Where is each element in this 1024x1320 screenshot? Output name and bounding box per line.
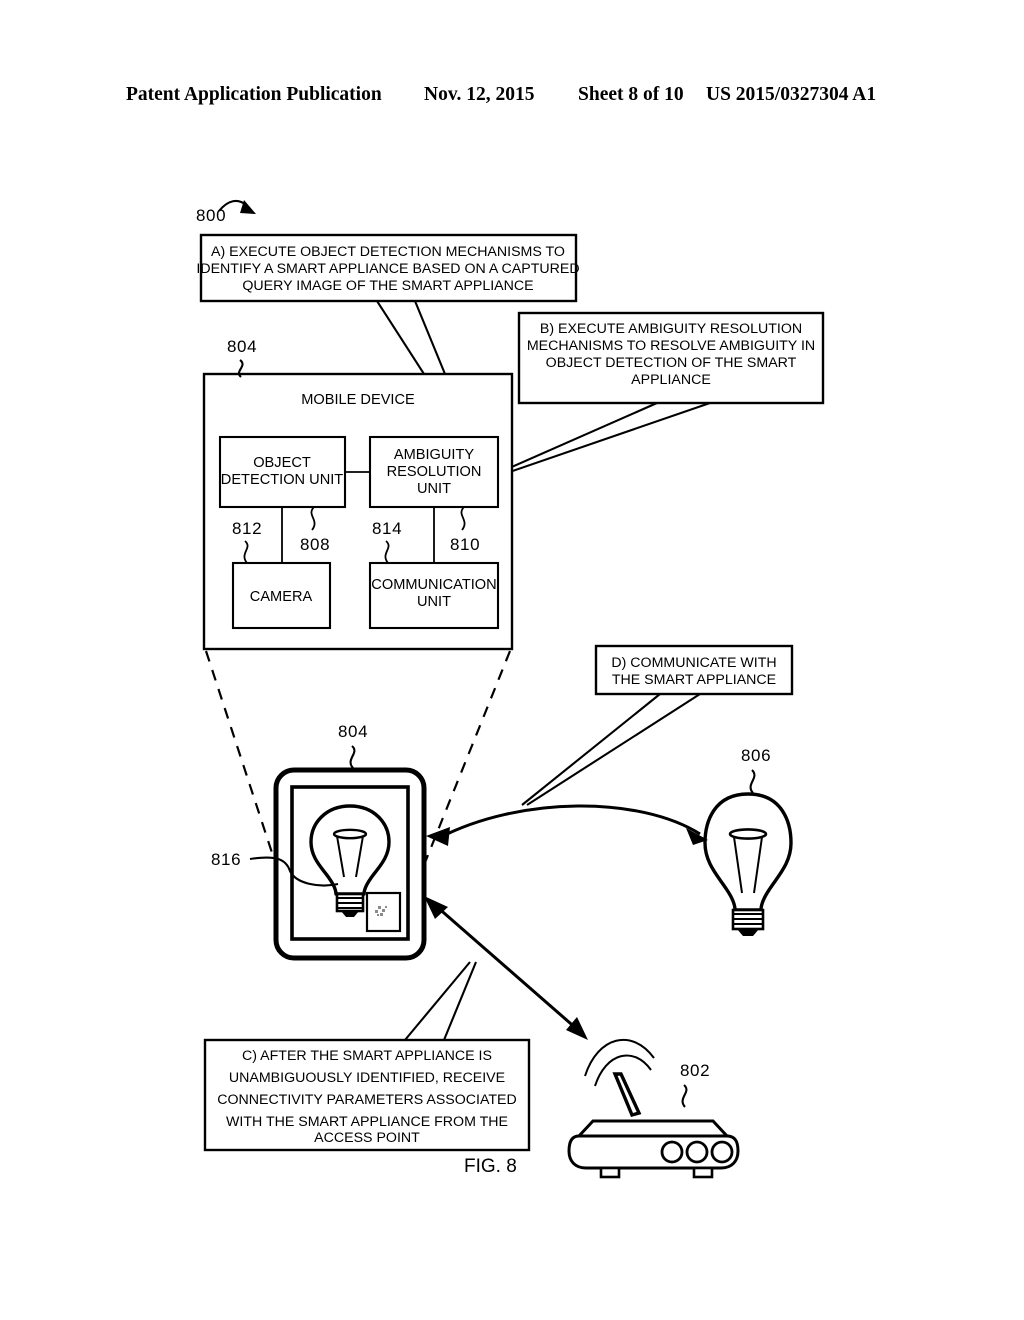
ref-806: 806 [741, 746, 771, 794]
ref-802-label: 802 [680, 1061, 710, 1080]
object-detection-unit-line2: DETECTION UNIT [221, 472, 344, 488]
ambiguity-resolution-unit-line1: AMBIGUITY [394, 447, 475, 463]
communication-unit-line1: COMMUNICATION [371, 577, 496, 593]
ref-816-label: 816 [211, 850, 241, 869]
callout-a-line3: QUERY IMAGE OF THE SMART APPLIANCE [242, 278, 533, 294]
ref-812-label: 812 [232, 519, 262, 538]
callout-c-line5: ACCESS POINT [314, 1130, 420, 1146]
callout-d-line1: D) COMMUNICATE WITH [611, 655, 776, 671]
callout-c: C) AFTER THE SMART APPLIANCE IS UNAMBIGU… [203, 1038, 531, 1152]
callout-b: B) EXECUTE AMBIGUITY RESOLUTION MECHANIS… [517, 311, 825, 405]
object-detection-unit-line1: OBJECT [253, 455, 311, 471]
callout-b-line2: MECHANISMS TO RESOLVE AMBIGUITY IN [527, 338, 815, 354]
mobile-device-title: MOBILE DEVICE [301, 392, 415, 408]
ambiguity-resolution-unit-line3: UNIT [417, 481, 451, 497]
ref-808-label: 808 [300, 535, 330, 554]
callout-a: A) EXECUTE OBJECT DETECTION MECHANISMS T… [196, 233, 580, 303]
smart-bulb-illustration [703, 792, 793, 936]
communication-unit-block: COMMUNICATION UNIT [368, 561, 500, 630]
ref-814-label: 814 [372, 519, 402, 538]
callout-b-line3: OBJECT DETECTION OF THE SMART [546, 355, 797, 371]
ambiguity-resolution-unit-block: AMBIGUITY RESOLUTION UNIT [368, 435, 500, 509]
communication-unit-line2: UNIT [417, 594, 451, 610]
tablet-router-arrow [424, 896, 588, 1040]
callout-d-leader [521, 693, 701, 806]
callout-c-line4: WITH THE SMART APPLIANCE FROM THE [226, 1114, 508, 1130]
ref-810-label: 810 [450, 535, 480, 554]
patent-figure-8: 800 A) EXECUTE OBJECT DETECTION MECHANIS… [0, 0, 1024, 1320]
callout-d-line2: THE SMART APPLIANCE [612, 672, 776, 688]
ref-804-tablet: 804 [338, 722, 368, 769]
callout-c-line1: C) AFTER THE SMART APPLIANCE IS [242, 1048, 492, 1064]
ref-804-tablet-label: 804 [338, 722, 368, 741]
ref-806-label: 806 [741, 746, 771, 765]
callout-b-leader [497, 402, 711, 477]
ref-804-top-label: 804 [227, 337, 257, 356]
camera-block: CAMERA [231, 561, 332, 630]
figure-reference-800: 800 [196, 199, 256, 225]
ambiguity-resolution-unit-line2: RESOLUTION [387, 464, 482, 480]
object-detection-unit-block: OBJECT DETECTION UNIT [218, 435, 347, 509]
callout-c-leader [404, 961, 477, 1041]
figure-caption: FIG. 8 [464, 1156, 517, 1177]
callout-c-line3: CONNECTIVITY PARAMETERS ASSOCIATED [217, 1092, 517, 1108]
access-point-illustration: 802 [567, 1039, 740, 1179]
callout-b-line4: APPLIANCE [631, 372, 711, 388]
tablet-screen-icon [365, 891, 402, 933]
callout-d: D) COMMUNICATE WITH THE SMART APPLIANCE [594, 644, 794, 696]
callout-c-line2: UNAMBIGUOUSLY IDENTIFIED, RECEIVE [229, 1070, 505, 1086]
camera-label: CAMERA [250, 589, 313, 605]
tablet-bulb-arrow [426, 804, 708, 846]
callout-b-line1: B) EXECUTE AMBIGUITY RESOLUTION [540, 321, 802, 337]
callout-a-line1: A) EXECUTE OBJECT DETECTION MECHANISMS T… [211, 244, 565, 260]
callout-a-line2: IDENTIFY A SMART APPLIANCE BASED ON A CA… [196, 261, 579, 277]
